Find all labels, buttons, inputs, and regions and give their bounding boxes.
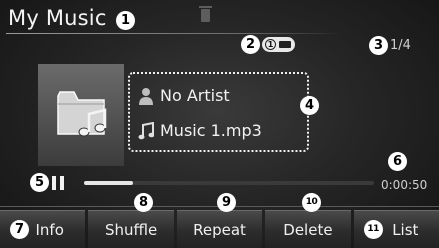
button-bar: 7 Info Shuffle Repeat Delete 11 List — [0, 210, 439, 248]
usb-number: 1 — [265, 39, 276, 50]
file-name: Music 1.mp3 — [160, 121, 262, 140]
delete-button[interactable]: Delete — [265, 210, 351, 248]
shuffle-button[interactable]: Shuffle — [88, 210, 174, 248]
callout-7: 7 — [10, 220, 29, 239]
callout-8: 8 — [134, 193, 153, 212]
trash-icon — [199, 6, 212, 22]
repeat-button[interactable]: Repeat — [176, 210, 263, 248]
info-button[interactable]: 7 Info — [0, 210, 86, 248]
folder-music-icon — [57, 91, 107, 137]
progress-fill — [84, 181, 134, 185]
callout-5: 5 — [30, 173, 49, 192]
title-divider — [6, 33, 342, 34]
progress-bar[interactable] — [84, 181, 374, 185]
track-info-box: No Artist Music 1.mp3 — [128, 72, 309, 152]
callout-3: 3 — [369, 36, 388, 55]
info-button-label: Info — [35, 220, 64, 239]
callout-1: 1 — [116, 11, 135, 30]
music-screen: My Music 1 2 1 3 1/4 No Artist Music 1.m… — [0, 0, 439, 248]
album-art — [38, 64, 124, 166]
list-button[interactable]: 11 List — [353, 210, 439, 248]
usb-plug-shape — [279, 41, 291, 48]
person-icon — [138, 87, 154, 105]
callout-11: 11 — [363, 220, 383, 239]
callout-9: 9 — [217, 193, 236, 212]
track-counter: 1/4 — [390, 38, 411, 53]
callout-6: 6 — [388, 152, 407, 171]
repeat-button-label: Repeat — [193, 220, 246, 239]
screen-title: My Music — [8, 6, 107, 30]
pause-icon[interactable] — [52, 176, 65, 190]
delete-button-label: Delete — [283, 220, 333, 239]
elapsed-time: 0:00:50 — [381, 178, 428, 192]
artist-row: No Artist — [138, 86, 230, 105]
file-row: Music 1.mp3 — [138, 121, 262, 140]
list-button-label: List — [392, 220, 419, 239]
artist-name: No Artist — [160, 86, 230, 105]
callout-2: 2 — [241, 35, 260, 54]
shuffle-button-label: Shuffle — [104, 220, 158, 239]
callout-4: 4 — [300, 96, 319, 115]
usb-icon: 1 — [262, 37, 295, 52]
music-note-icon — [138, 121, 154, 140]
callout-10: 10 — [302, 193, 321, 212]
